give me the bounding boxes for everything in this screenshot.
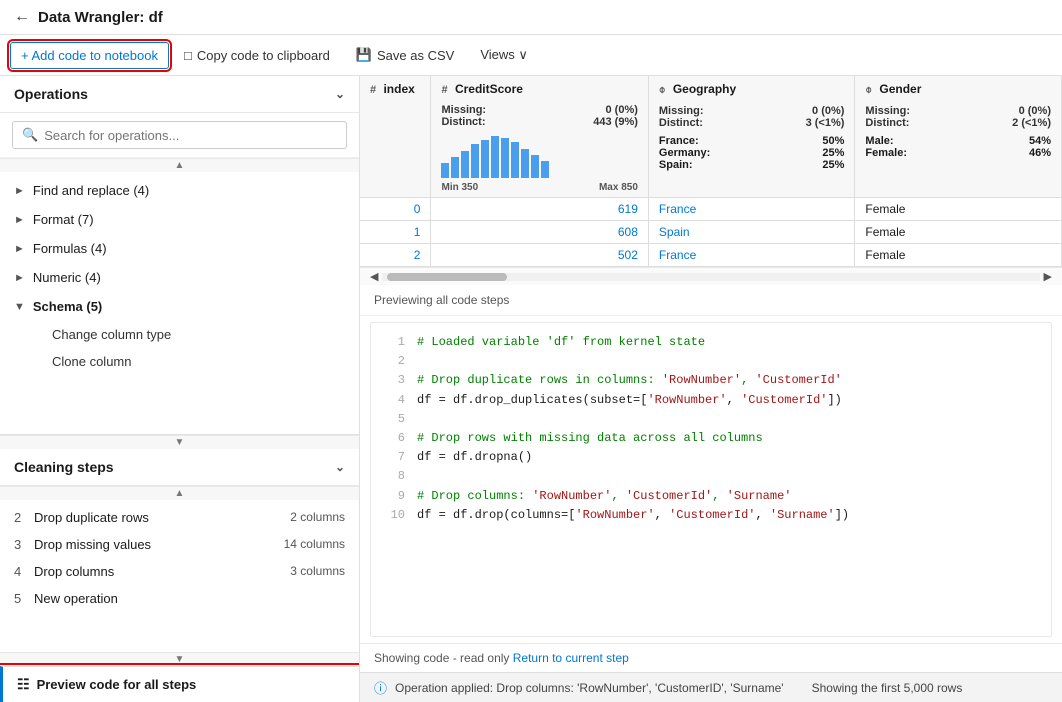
toolbar: + Add code to notebook □ Copy code to cl… bbox=[0, 35, 1062, 76]
schema-sub-items: Change column type Clone column bbox=[0, 321, 359, 375]
chart-bar bbox=[541, 161, 549, 178]
code-line: 8 bbox=[385, 467, 1037, 486]
app-title: Data Wrangler: df bbox=[38, 9, 163, 26]
search-icon: 🔍 bbox=[22, 127, 38, 143]
copy-code-button[interactable]: □ Copy code to clipboard bbox=[173, 42, 341, 69]
code-area: Previewing all code steps 1 # Loaded var… bbox=[360, 285, 1062, 672]
cleaning-scroll-down[interactable]: ▼ bbox=[0, 652, 359, 666]
code-line: 5 bbox=[385, 410, 1037, 429]
right-panel: # index # CreditScore bbox=[360, 76, 1062, 702]
col-cat-gender: Male:54% Female:46% bbox=[855, 133, 1061, 163]
data-table-wrapper: # index # CreditScore bbox=[360, 76, 1062, 285]
add-code-button[interactable]: + Add code to notebook bbox=[10, 42, 169, 69]
schema-sub-clone-col[interactable]: Clone column bbox=[0, 348, 359, 375]
chart-bar bbox=[491, 136, 499, 178]
code-block: 1 # Loaded variable 'df' from kernel sta… bbox=[370, 322, 1052, 637]
col-header-gender: ⌽ Gender Missing:0 (0%) Distinct:2 (<1%)… bbox=[855, 76, 1062, 198]
cleaning-item-drop-dup[interactable]: 2 Drop duplicate rows 2 columns bbox=[0, 504, 359, 531]
expand-icon: ► bbox=[14, 272, 25, 284]
expand-icon: ► bbox=[14, 214, 25, 226]
code-line: 6 # Drop rows with missing data across a… bbox=[385, 429, 1037, 448]
operations-list: ► Find and replace (4) ► Format (7) ► Fo… bbox=[0, 172, 359, 435]
chart-bar bbox=[461, 151, 469, 178]
status-bar: ⓘ Operation applied: Drop columns: 'RowN… bbox=[360, 672, 1062, 702]
code-line: 9 # Drop columns: 'RowNumber', 'Customer… bbox=[385, 487, 1037, 506]
title-bar: ← Data Wrangler: df bbox=[0, 0, 1062, 35]
operations-collapse[interactable]: ⌄ bbox=[335, 87, 345, 101]
preview-icon: ☷ bbox=[17, 676, 30, 693]
preview-code-button[interactable]: ☷ Preview code for all steps bbox=[0, 666, 359, 702]
col-header-geography: ⌽ Geography Missing:0 (0%) Distinct:3 (<… bbox=[648, 76, 855, 198]
cleaning-item-drop-missing[interactable]: 3 Drop missing values 14 columns bbox=[0, 531, 359, 558]
info-icon: ⓘ bbox=[374, 678, 387, 697]
main-content: Operations ⌄ 🔍 ▲ ► Find and replace (4) … bbox=[0, 76, 1062, 702]
col-header-index: # index bbox=[360, 76, 431, 198]
col-header-creditscore: # CreditScore Missing: 0 (0%) D bbox=[431, 76, 648, 198]
h-scrollbar[interactable] bbox=[382, 273, 1039, 281]
col-stats-creditscore: Missing: 0 (0%) Distinct: 443 (9%) bbox=[431, 102, 647, 132]
search-input-wrapper[interactable]: 🔍 bbox=[12, 121, 347, 149]
cleaning-item-drop-cols[interactable]: 4 Drop columns 3 columns bbox=[0, 558, 359, 585]
operations-header: Operations ⌄ bbox=[0, 76, 359, 113]
code-line: 7 df = df.dropna() bbox=[385, 448, 1037, 467]
search-box: 🔍 bbox=[0, 113, 359, 158]
cleaning-section: Cleaning steps ⌄ ▲ 2 Drop duplicate rows… bbox=[0, 449, 359, 702]
chart-bar bbox=[441, 163, 449, 178]
back-button[interactable]: ← bbox=[14, 8, 30, 26]
chart-bar bbox=[531, 155, 539, 178]
code-line: 3 # Drop duplicate rows in columns: 'Row… bbox=[385, 371, 1037, 390]
rows-info: Showing the first 5,000 rows bbox=[812, 681, 963, 695]
data-table: # index # CreditScore bbox=[360, 76, 1062, 267]
expand-icon: ▼ bbox=[14, 301, 25, 313]
search-input[interactable] bbox=[44, 128, 337, 143]
status-message: Operation applied: Drop columns: 'RowNum… bbox=[395, 681, 784, 695]
left-panel: Operations ⌄ 🔍 ▲ ► Find and replace (4) … bbox=[0, 76, 360, 702]
table-row: 1 608 Spain Female bbox=[360, 221, 1062, 244]
expand-icon: ► bbox=[14, 243, 25, 255]
code-line: 1 # Loaded variable 'df' from kernel sta… bbox=[385, 333, 1037, 352]
ops-scroll-up[interactable]: ▲ bbox=[0, 158, 359, 172]
ops-item-format[interactable]: ► Format (7) bbox=[0, 205, 359, 234]
chart-bar bbox=[451, 157, 459, 178]
code-line: 4 df = df.drop_duplicates(subset=['RowNu… bbox=[385, 391, 1037, 410]
chart-bar bbox=[511, 142, 519, 178]
cleaning-steps-header: Cleaning steps ⌄ bbox=[0, 449, 359, 486]
cleaning-scroll-up[interactable]: ▲ bbox=[0, 486, 359, 500]
chart-bar bbox=[501, 138, 509, 178]
code-footer: Showing code - read only Return to curre… bbox=[360, 643, 1062, 672]
scroll-right-btn[interactable]: ▶ bbox=[1044, 270, 1052, 283]
col-chart-creditscore bbox=[431, 132, 647, 182]
operations-label: Operations bbox=[14, 86, 88, 102]
cleaning-collapse[interactable]: ⌄ bbox=[335, 460, 345, 474]
cleaning-list: 2 Drop duplicate rows 2 columns 3 Drop m… bbox=[0, 500, 359, 653]
save-icon: 💾 bbox=[356, 47, 372, 63]
code-line: 10 df = df.drop(columns=['RowNumber', 'C… bbox=[385, 506, 1037, 525]
h-scrollbar-thumb[interactable] bbox=[387, 273, 507, 281]
col-cat-geography: France:50% Germany:25% Spain:25% bbox=[649, 133, 855, 175]
expand-icon: ► bbox=[14, 185, 25, 197]
ops-item-formulas[interactable]: ► Formulas (4) bbox=[0, 234, 359, 263]
chart-labels: Min 350 Max 850 bbox=[431, 182, 647, 197]
views-button[interactable]: Views ∨ bbox=[469, 41, 539, 69]
table-row: 2 502 France Female bbox=[360, 244, 1062, 267]
table-row: 0 619 France Female bbox=[360, 198, 1062, 221]
code-line: 2 bbox=[385, 352, 1037, 371]
chart-bar bbox=[521, 149, 529, 178]
scroll-left-btn[interactable]: ◀ bbox=[370, 270, 378, 283]
ops-scroll-down[interactable]: ▼ bbox=[0, 435, 359, 449]
return-to-step-link[interactable]: Return to current step bbox=[513, 651, 629, 665]
schema-sub-change-col-type[interactable]: Change column type bbox=[0, 321, 359, 348]
ops-item-schema[interactable]: ▼ Schema (5) bbox=[0, 292, 359, 321]
chart-bar bbox=[471, 144, 479, 178]
ops-item-numeric[interactable]: ► Numeric (4) bbox=[0, 263, 359, 292]
cleaning-item-new-op[interactable]: 5 New operation bbox=[0, 585, 359, 612]
ops-item-find-replace[interactable]: ► Find and replace (4) bbox=[0, 176, 359, 205]
code-preview-label: Previewing all code steps bbox=[360, 285, 1062, 316]
copy-icon: □ bbox=[184, 48, 192, 63]
cleaning-steps-label: Cleaning steps bbox=[14, 459, 114, 475]
chart-bar bbox=[481, 140, 489, 178]
save-csv-button[interactable]: 💾 Save as CSV bbox=[345, 41, 466, 69]
preview-label: Preview code for all steps bbox=[37, 677, 197, 692]
